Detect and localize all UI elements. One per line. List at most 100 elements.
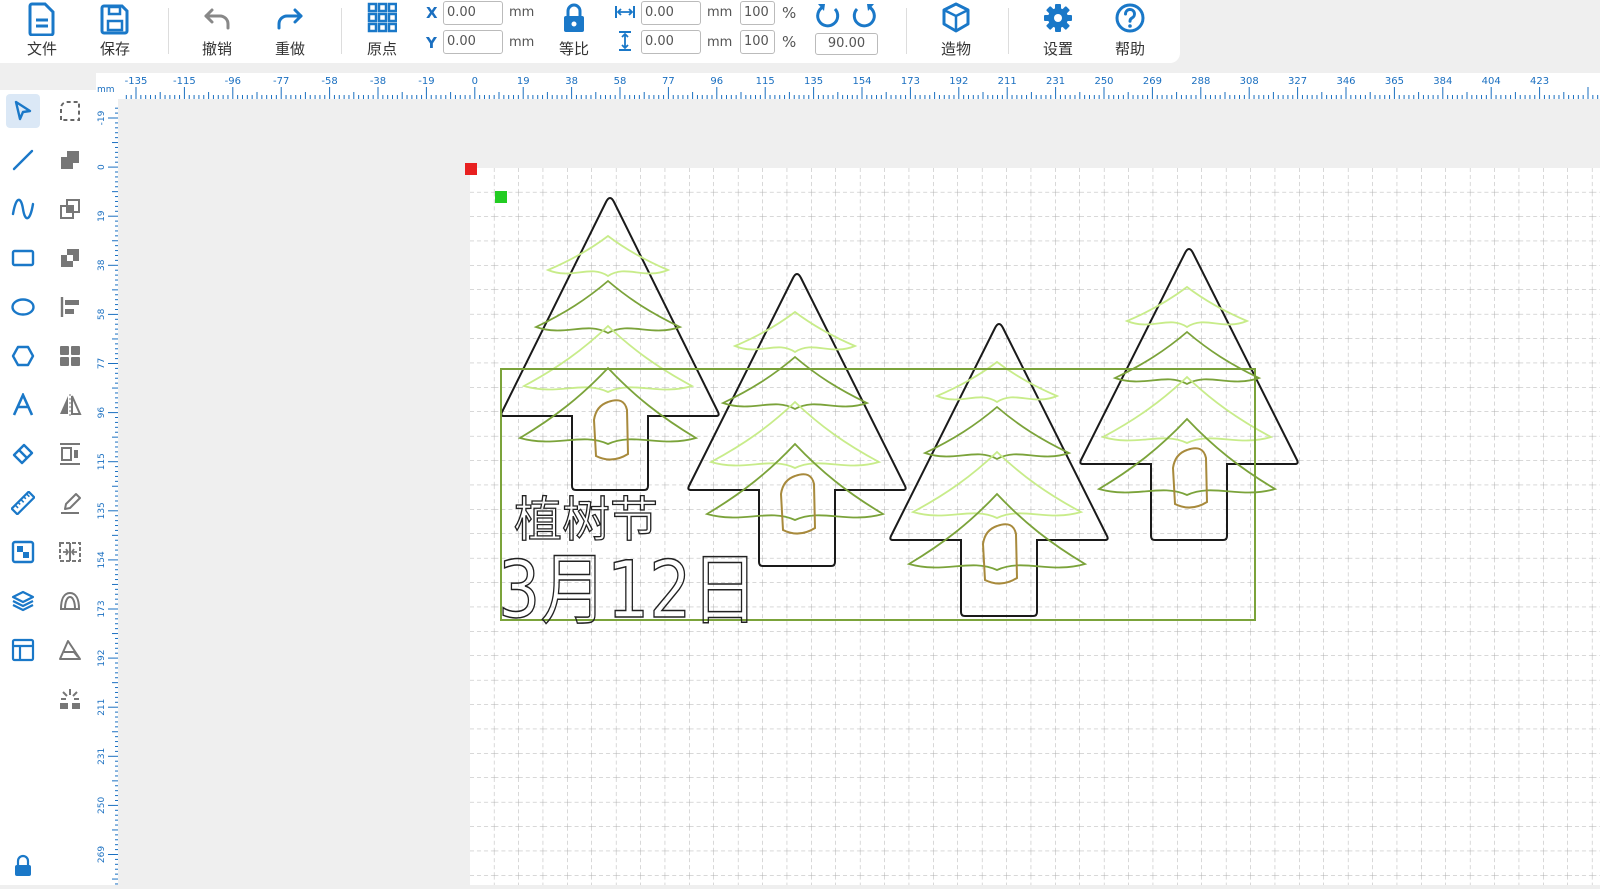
ruler-label: 211 [97,699,107,716]
ruler-label: 404 [1482,76,1501,87]
build-label: 造物 [940,40,971,58]
ruler-label: 0 [97,164,107,170]
rectangle-tool[interactable] [6,241,40,275]
ruler-label: 231 [97,748,107,765]
eraser-tool[interactable] [6,437,40,471]
width-unit: mm [707,5,733,20]
y-label: Y [426,34,437,52]
undo-button[interactable]: 撤销 [187,0,247,63]
boolean-subtract-icon [61,249,79,267]
ruler-label: 77 [662,76,675,87]
mirror-tool[interactable] [53,388,87,422]
ruler-label: 38 [97,259,107,271]
file-label: 文件 [26,40,57,58]
layers-tool[interactable] [6,584,40,618]
design-canvas[interactable]: 植树节 3月12日 [470,168,1600,885]
ruler-label: 269 [1143,76,1162,87]
horizontal-ruler-ticks: -135 -115 -96 -77 -58 -38 -19 0 19 38 58 77 96 115 135… [125,76,1599,99]
redo-button[interactable]: 重做 [260,0,320,63]
height-unit: mm [707,35,733,50]
array-tool[interactable] [53,339,87,373]
work-area[interactable]: 植树节 3月12日 [470,168,1600,885]
line-tool[interactable] [6,143,40,177]
file-button[interactable]: 文件 [12,0,72,63]
curve-icon [11,198,35,220]
settings-button[interactable]: 设置 [1028,0,1088,63]
mirror-icon [60,394,82,416]
ruler-label: 115 [756,76,775,87]
union-tool[interactable] [53,143,87,177]
laser-tool[interactable] [53,682,87,716]
height-percent-sign: % [782,33,797,51]
ruler-label: 288 [1191,76,1210,87]
rotate-cw-icon[interactable] [851,1,877,31]
ruler-label: 135 [804,76,823,87]
vertical-ruler-ticks: -19 0 19 38 58 77 96 115 135 154 173 192 211 231 250 26… [97,107,118,885]
fill-path-tool[interactable] [53,633,87,667]
title-text[interactable]: 植树节 [513,491,658,548]
split-tool[interactable] [53,535,87,569]
ruler-label: 308 [1240,76,1259,87]
ruler-label: 173 [901,76,920,87]
origin-marker-green[interactable] [495,191,507,203]
ruler-label: 250 [1094,76,1113,87]
ruler-label: 250 [97,797,107,814]
rotate-angle-input[interactable]: 90.00 [815,33,878,55]
height-input[interactable]: 0.00 [641,30,701,54]
select-tool[interactable] [6,94,40,128]
polygon-tool[interactable] [6,339,40,373]
origin-marker-red[interactable] [465,163,477,175]
cube-icon [942,2,970,33]
settings-label: 设置 [1042,40,1073,58]
rectangle-icon [11,249,35,267]
curve-tool[interactable] [6,192,40,226]
eraser-icon [12,443,34,465]
text-tool[interactable] [6,388,40,422]
date-text[interactable]: 3月12日 [497,545,759,637]
top-toolbar: 文件 保存 撤销 重做 原点 X 0.00 mm Y 0.00 mm 等比 0.… [0,0,1180,63]
ruler-label: -38 [370,76,386,87]
ruler-label: 19 [97,210,107,222]
align-tool[interactable] [53,290,87,324]
origin-grid-icon [367,2,397,33]
ellipse-tool[interactable] [6,290,40,324]
intersect-tool[interactable] [53,192,87,226]
save-icon [100,4,129,35]
corner-tool[interactable] [53,94,87,128]
y-input[interactable]: 0.00 [443,30,503,54]
save-button[interactable]: 保存 [85,0,145,63]
ruler-label: 192 [97,650,107,667]
offset-outline-icon [59,591,81,610]
ruler-label: 77 [97,358,107,369]
ruler-label: 327 [1288,76,1307,87]
ruler-label: -19 [97,110,107,125]
measure-tool[interactable] [6,486,40,520]
proportional-lock-button[interactable]: 等比 [544,0,604,63]
x-input[interactable]: 0.00 [443,1,503,25]
toolbar-divider [168,8,169,54]
origin-button[interactable]: 原点 [352,0,412,63]
height-percent-input[interactable]: 100 [740,30,775,54]
image-trace-tool[interactable] [6,535,40,569]
boolean-union-icon [61,151,79,169]
width-percent-input[interactable]: 100 [740,1,775,25]
lock-layer-button[interactable] [6,848,40,882]
subtract-tool[interactable] [53,241,87,275]
ruler-label: 58 [97,308,107,320]
ellipse-icon [11,298,35,316]
layout-tool[interactable] [6,633,40,667]
laser-spark-icon [60,689,80,709]
redo-label: 重做 [274,40,305,58]
ruler-label: 96 [710,76,723,87]
ruler-label: 231 [1046,76,1065,87]
toolbar-divider [341,8,342,54]
distribute-tool[interactable] [53,437,87,471]
edit-node-tool[interactable] [53,486,87,520]
build-button[interactable]: 造物 [926,0,986,63]
ruler-label: -96 [225,76,241,87]
hexagon-icon [11,345,35,367]
help-button[interactable]: 帮助 [1100,0,1160,63]
width-input[interactable]: 0.00 [641,1,701,25]
rotate-ccw-icon[interactable] [815,1,841,31]
offset-tool[interactable] [53,584,87,618]
